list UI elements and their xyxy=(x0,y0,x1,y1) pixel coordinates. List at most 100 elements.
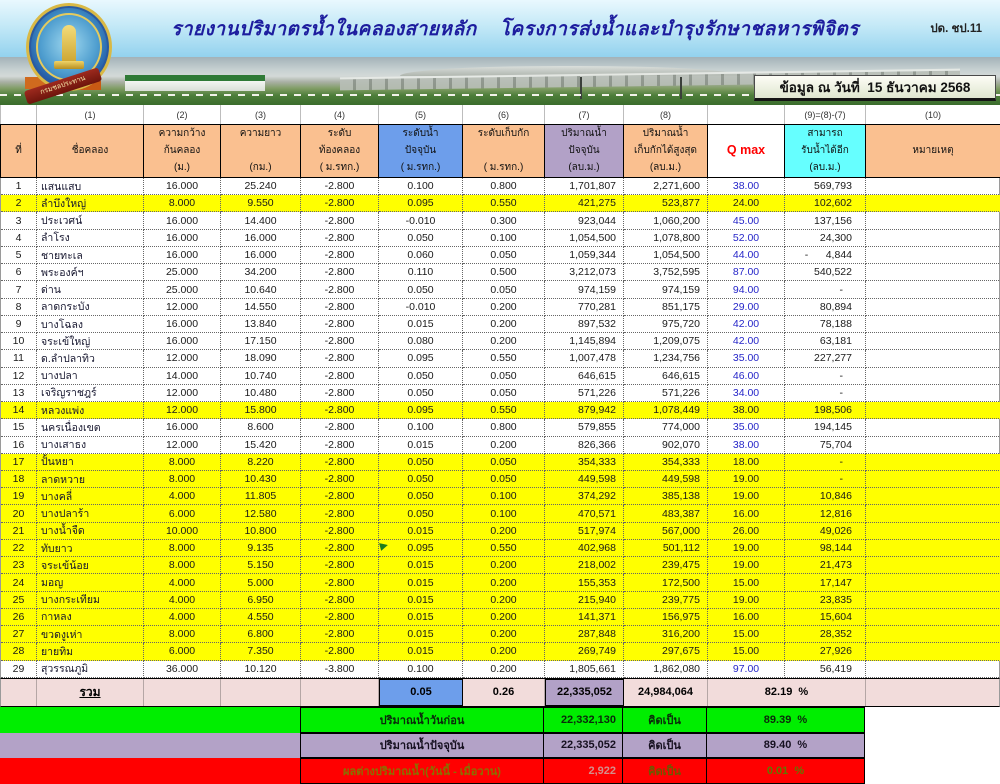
cell-cur-volume[interactable]: 141,371 xyxy=(545,609,624,626)
cell-name[interactable]: หลวงแพ่ง xyxy=(37,402,144,419)
cell-width[interactable]: 16.000 xyxy=(144,316,221,333)
cell-remark[interactable] xyxy=(866,299,1000,316)
cell-cur-level[interactable]: -0.010 xyxy=(379,299,463,316)
cell-store-level[interactable]: 0.550 xyxy=(463,350,545,367)
cell-bed-level[interactable]: -2.800 xyxy=(301,609,379,626)
cell-max-volume[interactable]: 385,138 xyxy=(624,488,708,505)
cell-store-level[interactable]: 0.050 xyxy=(463,385,545,402)
cell-bed-level[interactable]: -2.800 xyxy=(301,454,379,471)
cell-qmax[interactable]: 16.00 xyxy=(708,505,785,522)
cell-name[interactable]: บางปลาร้า xyxy=(37,505,144,522)
cell-length[interactable]: 16.000 xyxy=(221,230,301,247)
cell-capacity[interactable]: 15,604 xyxy=(785,609,866,626)
cell-cur-volume[interactable]: 3,212,073 xyxy=(545,264,624,281)
cell-store-level[interactable]: 0.550 xyxy=(463,540,545,557)
cell-cur-volume[interactable]: 579,855 xyxy=(545,419,624,436)
cell-no[interactable]: 25 xyxy=(1,592,37,609)
cell-qmax[interactable]: 15.00 xyxy=(708,574,785,591)
cell-length[interactable]: 9.550 xyxy=(221,195,301,212)
cell-remark[interactable] xyxy=(866,643,1000,660)
cell-capacity[interactable]: 27,926 xyxy=(785,643,866,660)
cell-no[interactable]: 29 xyxy=(1,661,37,678)
cell-bed-level[interactable]: -2.800 xyxy=(301,385,379,402)
cell-cur-volume[interactable]: 646,615 xyxy=(545,368,624,385)
cell-remark[interactable] xyxy=(866,316,1000,333)
cell-remark[interactable] xyxy=(866,557,1000,574)
cell-no[interactable]: 11 xyxy=(1,350,37,367)
cell-capacity[interactable]: 17,147 xyxy=(785,574,866,591)
cell-remark[interactable] xyxy=(866,281,1000,298)
cell-no[interactable]: 10 xyxy=(1,333,37,350)
cell-bed-level[interactable]: -2.800 xyxy=(301,195,379,212)
cell-cur-volume[interactable]: 897,532 xyxy=(545,316,624,333)
cell-length[interactable]: 9.135 xyxy=(221,540,301,557)
cell-remark[interactable] xyxy=(866,333,1000,350)
cell-qmax[interactable]: 19.00 xyxy=(708,471,785,488)
cell-cur-volume[interactable]: 287,848 xyxy=(545,626,624,643)
cell-qmax[interactable]: 19.00 xyxy=(708,557,785,574)
cell-store-level[interactable]: 0.050 xyxy=(463,454,545,471)
cell-name[interactable]: ขวดงูเห่า xyxy=(37,626,144,643)
cell-cur-volume[interactable]: 1,805,661 xyxy=(545,661,624,678)
cell-max-volume[interactable]: 316,200 xyxy=(624,626,708,643)
cell-store-level[interactable]: 0.100 xyxy=(463,488,545,505)
cell-bed-level[interactable]: -2.800 xyxy=(301,505,379,522)
cell-length[interactable]: 14.400 xyxy=(221,212,301,229)
cell-cur-level[interactable]: 0.095 xyxy=(379,402,463,419)
cell-bed-level[interactable]: -2.800 xyxy=(301,523,379,540)
cell-cur-volume[interactable]: 1,007,478 xyxy=(545,350,624,367)
cell-no[interactable]: 15 xyxy=(1,419,37,436)
cell-bed-level[interactable]: -2.800 xyxy=(301,368,379,385)
cell-qmax[interactable]: 19.00 xyxy=(708,540,785,557)
cell-bed-level[interactable]: -2.800 xyxy=(301,178,379,195)
cell-name[interactable]: กาหลง xyxy=(37,609,144,626)
cell-cur-level[interactable]: 0.015 xyxy=(379,523,463,540)
cell-cur-level[interactable]: 0.080 xyxy=(379,333,463,350)
cell-width[interactable]: 8.000 xyxy=(144,471,221,488)
cell-cur-level[interactable]: 0.050 xyxy=(379,230,463,247)
cell-width[interactable]: 4.000 xyxy=(144,574,221,591)
cell-length[interactable]: 5.150 xyxy=(221,557,301,574)
cell-store-level[interactable]: 0.200 xyxy=(463,661,545,678)
cell-qmax[interactable]: 19.00 xyxy=(708,592,785,609)
cell-width[interactable]: 10.000 xyxy=(144,523,221,540)
cell-max-volume[interactable]: 567,000 xyxy=(624,523,708,540)
cell-bed-level[interactable]: -2.800 xyxy=(301,592,379,609)
cell-store-level[interactable]: 0.200 xyxy=(463,609,545,626)
cell-cur-level[interactable]: 0.015 xyxy=(379,609,463,626)
cell-remark[interactable] xyxy=(866,471,1000,488)
cell-cur-level[interactable]: 0.015 xyxy=(379,557,463,574)
cell-name[interactable]: ลำโรง xyxy=(37,230,144,247)
cell-no[interactable]: 6 xyxy=(1,264,37,281)
cell-store-level[interactable]: 0.050 xyxy=(463,247,545,264)
cell-capacity[interactable]: 75,704 xyxy=(785,437,866,454)
cell-cur-volume[interactable]: 421,275 xyxy=(545,195,624,212)
cell-no[interactable]: 16 xyxy=(1,437,37,454)
cell-cur-volume[interactable]: 354,333 xyxy=(545,454,624,471)
cell-no[interactable]: 28 xyxy=(1,643,37,660)
cell-remark[interactable] xyxy=(866,592,1000,609)
cell-name[interactable]: ยายทิม xyxy=(37,643,144,660)
cell-qmax[interactable]: 35.00 xyxy=(708,350,785,367)
cell-remark[interactable] xyxy=(866,264,1000,281)
cell-capacity[interactable]: 540,522 xyxy=(785,264,866,281)
cell-no[interactable]: 3 xyxy=(1,212,37,229)
cell-max-volume[interactable]: 1,078,800 xyxy=(624,230,708,247)
cell-no[interactable]: 8 xyxy=(1,299,37,316)
total-percent[interactable]: 82.19 % xyxy=(708,679,866,706)
cell-length[interactable]: 17.150 xyxy=(221,333,301,350)
cell-bed-level[interactable]: -2.800 xyxy=(301,350,379,367)
cell-name[interactable]: จระเข้ใหญ่ xyxy=(37,333,144,350)
total-empty[interactable] xyxy=(221,679,301,706)
cell-width[interactable]: 25.000 xyxy=(144,281,221,298)
cell-store-level[interactable]: 0.200 xyxy=(463,557,545,574)
cell-bed-level[interactable]: -2.800 xyxy=(301,540,379,557)
cell-capacity[interactable]: 198,506 xyxy=(785,402,866,419)
cell-remark[interactable] xyxy=(866,437,1000,454)
cell-store-level[interactable]: 0.050 xyxy=(463,471,545,488)
cell-length[interactable]: 14.550 xyxy=(221,299,301,316)
total-cur-volume[interactable]: 22,335,052 xyxy=(545,679,624,706)
total-empty[interactable] xyxy=(144,679,221,706)
cell-store-level[interactable]: 0.500 xyxy=(463,264,545,281)
cell-cur-level[interactable]: 0.015 xyxy=(379,437,463,454)
